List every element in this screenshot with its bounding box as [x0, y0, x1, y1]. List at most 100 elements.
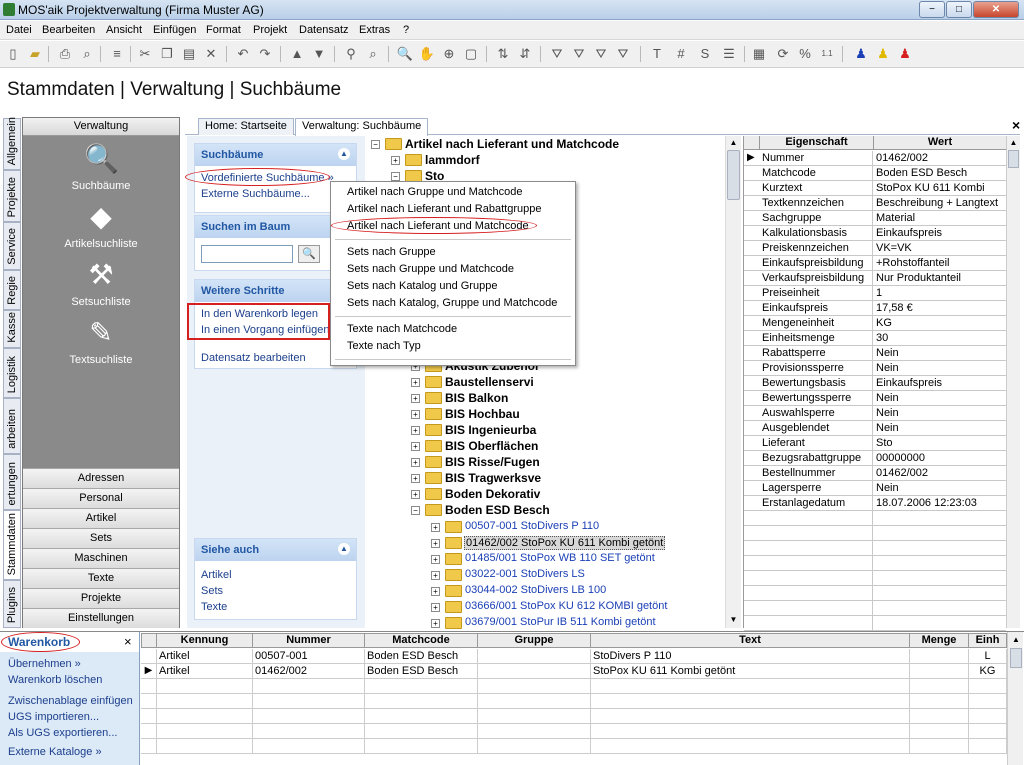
move-down-icon[interactable]: ▼ [310, 45, 328, 63]
property-row[interactable]: Lagersperre Nein [744, 481, 1006, 496]
menu-help[interactable]: ? [403, 24, 409, 36]
property-row[interactable]: Bestellnummer 01462/002 [744, 466, 1006, 481]
property-row[interactable]: Kalkulationsbasis Einkaufspreis [744, 226, 1006, 241]
tab-logistik[interactable]: Logistik [3, 348, 21, 398]
zoom-page-icon[interactable]: ▢ [462, 45, 480, 63]
property-row[interactable]: Bewertungssperre Nein [744, 391, 1006, 406]
tab-verwaltung-suchbaeume[interactable]: Verwaltung: Suchbäume [295, 118, 429, 136]
nav-button-artikel[interactable]: Artikel [23, 508, 179, 528]
scrollbar-thumb[interactable] [1008, 150, 1019, 168]
property-row[interactable]: Textkennzeichen Beschreibung + Langtext [744, 196, 1006, 211]
maximize-button[interactable]: □ [946, 1, 972, 18]
property-row[interactable]: Matchcode Boden ESD Besch [744, 166, 1006, 181]
cart-cell[interactable] [478, 664, 591, 679]
minimize-button[interactable]: − [919, 1, 945, 18]
filter-remove-icon[interactable]: ⛛ [592, 45, 610, 63]
hand-icon[interactable]: ✋ [418, 45, 436, 63]
property-row[interactable]: Auswahlsperre Nein [744, 406, 1006, 421]
expand-icon[interactable]: + [411, 490, 420, 499]
nav-button-personal[interactable]: Personal [23, 488, 179, 508]
expand-icon[interactable]: + [431, 571, 440, 580]
expand-icon[interactable]: + [411, 394, 420, 403]
delete-icon[interactable]: ✕ [202, 45, 220, 63]
menu-item-sets-katalog-gruppe-matchcode[interactable]: Sets nach Katalog, Gruppe und Matchcode [347, 297, 557, 309]
nav-button-maschinen[interactable]: Maschinen [23, 548, 179, 568]
col-header-wert[interactable]: Wert [874, 136, 1006, 150]
expand-icon[interactable]: + [411, 410, 420, 419]
tab-arbeiten[interactable]: arbeiten [3, 398, 21, 454]
expand-icon[interactable]: − [411, 506, 420, 515]
cart-cell[interactable]: Boden ESD Besch [365, 649, 478, 664]
menu-item-artikel-gruppe-matchcode[interactable]: Artikel nach Gruppe und Matchcode [347, 186, 523, 198]
property-value[interactable]: 1 [874, 286, 1006, 300]
property-row[interactable]: Mengeneinheit KG [744, 316, 1006, 331]
menu-bearbeiten[interactable]: Bearbeiten [42, 24, 95, 36]
tree-scrollbar[interactable]: ▲ ▼ [725, 136, 741, 628]
col-header-matchcode[interactable]: Matchcode [365, 633, 478, 648]
col-header-eigenschaft[interactable]: Eigenschaft [760, 136, 874, 150]
find-next-icon[interactable]: ⌕ [364, 45, 382, 63]
externe-suchbaeume-link[interactable]: Externe Suchbäume... [201, 188, 310, 200]
expand-icon[interactable]: + [411, 442, 420, 451]
expand-icon[interactable]: − [371, 140, 380, 149]
zwischenablage-link[interactable]: Zwischenablage einfügen [8, 695, 133, 707]
tab-plugins[interactable]: Plugins [3, 580, 21, 628]
col-header-kennung[interactable]: Kennung [157, 633, 253, 648]
cart-cell[interactable]: KG [969, 664, 1007, 679]
preview-icon[interactable]: ⌕ [78, 45, 96, 63]
list-icon[interactable]: ☰ [720, 45, 738, 63]
scrollbar-thumb[interactable] [727, 150, 740, 200]
cart-cell[interactable]: 00507-001 [253, 649, 365, 664]
property-row[interactable]: Verkaufspreisbildung Nur Produktanteil [744, 271, 1006, 286]
col-header-gruppe[interactable]: Gruppe [478, 633, 591, 648]
cart-cell[interactable] [910, 664, 969, 679]
menu-einfuegen[interactable]: Einfügen [153, 24, 196, 36]
property-row[interactable]: Einkaufspreisbildung +Rohstoffanteil [744, 256, 1006, 271]
expand-icon[interactable]: + [411, 474, 420, 483]
filter-clear-icon[interactable]: ⛛ [614, 45, 632, 63]
menu-item-sets-gruppe-matchcode[interactable]: Sets nach Gruppe und Matchcode [347, 263, 514, 275]
property-value[interactable]: 01462/002 [874, 151, 1006, 165]
property-row[interactable]: Kurztext StoPox KU 611 Kombi [744, 181, 1006, 196]
property-value[interactable]: 30 [874, 331, 1006, 345]
siehe-texte-link[interactable]: Texte [201, 601, 227, 613]
property-value[interactable]: KG [874, 316, 1006, 330]
property-row[interactable]: Bewertungsbasis Einkaufspreis [744, 376, 1006, 391]
cut-icon[interactable]: ✂ [136, 45, 154, 63]
cart-cell[interactable] [478, 649, 591, 664]
property-value[interactable]: Nein [874, 391, 1006, 405]
col-header-text[interactable]: Text [591, 633, 910, 648]
scroll-down-icon[interactable]: ▼ [727, 613, 740, 626]
property-value[interactable]: Nein [874, 406, 1006, 420]
copy-icon[interactable]: ❐ [158, 45, 176, 63]
sum-icon[interactable]: S [696, 45, 714, 63]
property-value[interactable]: Boden ESD Besch [874, 166, 1006, 180]
paste-icon[interactable]: ▤ [180, 45, 198, 63]
scroll-up-icon[interactable]: ▲ [727, 136, 740, 149]
nav-button-projekte[interactable]: Projekte [23, 588, 179, 608]
properties-scrollbar[interactable]: ▲ [1006, 136, 1020, 628]
database-icon[interactable]: ≡ [108, 45, 126, 63]
nav-button-adressen[interactable]: Adressen [23, 468, 179, 488]
cart-row[interactable]: Artikel 00507-001 Boden ESD Besch StoDivers… [141, 649, 1007, 664]
property-row[interactable]: Preiskennzeichen VK=VK [744, 241, 1006, 256]
tree-search-input[interactable] [201, 245, 293, 263]
property-value[interactable]: Nein [874, 361, 1006, 375]
number-icon[interactable]: # [672, 45, 690, 63]
tab-auswertungen[interactable]: ertungen [3, 454, 21, 510]
property-value[interactable]: Einkaufspreis [874, 226, 1006, 240]
tab-projekte[interactable]: Projekte [3, 170, 21, 222]
ugs-exportieren-link[interactable]: Als UGS exportieren... [8, 727, 117, 739]
menu-item-sets-katalog-gruppe[interactable]: Sets nach Katalog und Gruppe [347, 280, 497, 292]
uebernehmen-link[interactable]: Übernehmen » [8, 658, 81, 670]
col-header-nummer[interactable]: Nummer [253, 633, 365, 648]
cart-cell[interactable]: Artikel [157, 664, 253, 679]
property-value[interactable]: Nein [874, 346, 1006, 360]
binoculars-search-button[interactable]: 🔍 [298, 245, 320, 263]
property-row[interactable]: Preiseinheit 1 [744, 286, 1006, 301]
property-value[interactable]: +Rohstoffanteil [874, 256, 1006, 270]
nav-button-texte[interactable]: Texte [23, 568, 179, 588]
property-value[interactable]: 01462/002 [874, 466, 1006, 480]
decimal-icon[interactable]: 1.1 [818, 45, 836, 63]
zoom-icon[interactable]: 🔍 [396, 45, 414, 63]
